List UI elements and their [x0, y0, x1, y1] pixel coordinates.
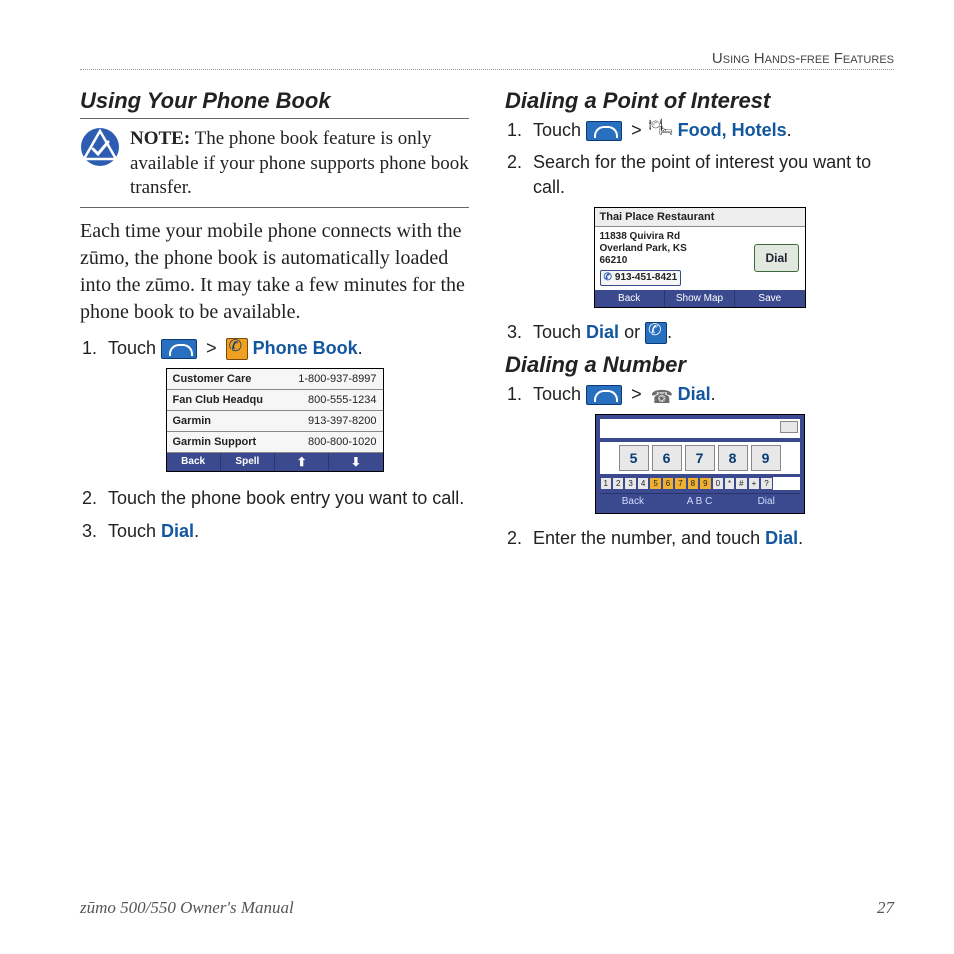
poi-save-button: Save [735, 290, 804, 307]
poi-step-2: Search for the point of interest you wan… [527, 150, 894, 199]
dial-link: Dial [765, 528, 798, 548]
backspace-icon [780, 421, 798, 433]
dial-link: Dial [586, 322, 619, 342]
phone-book-link: Phone Book [253, 338, 358, 358]
page-number: 27 [877, 898, 894, 918]
table-row: Garmin Support800-800-1020 [167, 432, 383, 453]
up-arrow-icon: ⬆ [275, 453, 329, 471]
num-step-2: Enter the number, and touch Dial. [527, 526, 894, 550]
keypad-key: 5 [619, 445, 649, 471]
dial-link: Dial [161, 521, 194, 541]
kp-dial-button: Dial [733, 493, 800, 509]
phone-small-icon: ✆ [604, 272, 612, 284]
note-label: NOTE: [130, 128, 190, 149]
pb-step-3: Touch Dial. [102, 519, 469, 543]
table-row: Customer Care1-800-937-8997 [167, 369, 383, 390]
pb-spell-button: Spell [221, 453, 275, 471]
screenshot-phonebook: Customer Care1-800-937-8997 Fan Club Hea… [166, 368, 384, 472]
pb-back-button: Back [167, 453, 221, 471]
phonebook-icon [226, 338, 248, 360]
keypad-key: 9 [751, 445, 781, 471]
food-hotels-link: Food, Hotels [678, 120, 787, 140]
table-row: Fan Club Headqu800-555-1234 [167, 390, 383, 411]
phone-icon [161, 339, 197, 359]
poi-step-3: Touch Dial or . [527, 320, 894, 344]
pb-step-1: Touch > Phone Book. [102, 336, 469, 360]
poi-step-1: Touch > Food, Hotels. [527, 118, 894, 142]
phone-icon [586, 385, 622, 405]
note-block: NOTE: The phone book feature is only ava… [80, 127, 469, 208]
dial-link: Dial [678, 384, 711, 404]
poi-title: Thai Place Restaurant [595, 208, 805, 227]
heading-poi: Dialing a Point of Interest [505, 88, 894, 114]
phone-icon [586, 121, 622, 141]
kp-abc-button: A B C [666, 493, 733, 509]
keypad-key: 8 [718, 445, 748, 471]
screenshot-keypad: 5 6 7 8 9 1234 56789 0*#+? Back A B C Di… [595, 414, 805, 514]
pb-step-2: Touch the phone book entry you want to c… [102, 486, 469, 510]
dialpad-icon [651, 385, 673, 405]
num-step-1: Touch > Dial. [527, 382, 894, 406]
poi-addr-line: 66210 [600, 255, 744, 267]
heading-phone-book: Using Your Phone Book [80, 88, 469, 114]
phone-book-para: Each time your mobile phone connects wit… [80, 218, 469, 326]
running-head: Using Hands-free Features [80, 50, 894, 70]
down-arrow-icon: ⬇ [329, 453, 382, 471]
food-hotels-icon [651, 121, 673, 141]
keypad-key: 7 [685, 445, 715, 471]
right-column: Dialing a Point of Interest Touch > Food… [505, 84, 894, 559]
screenshot-poi: Thai Place Restaurant 11838 Quivira Rd O… [594, 207, 806, 308]
dial-handset-icon [645, 322, 667, 344]
keypad-key: 6 [652, 445, 682, 471]
poi-showmap-button: Show Map [665, 290, 735, 307]
note-icon [80, 127, 120, 167]
keypad-strip: 1234 56789 0*#+? [600, 477, 800, 490]
poi-addr-line: Overland Park, KS [600, 243, 744, 255]
left-column: Using Your Phone Book NOTE: The phone bo… [80, 84, 469, 559]
poi-addr-line: 11838 Quivira Rd [600, 231, 744, 243]
kp-back-button: Back [600, 493, 667, 509]
poi-phone-box: ✆ 913-451-8421 [600, 270, 682, 286]
heading-dial-number: Dialing a Number [505, 352, 894, 378]
footer-title: zūmo 500/550 Owner's Manual [80, 898, 294, 918]
poi-back-button: Back [595, 290, 665, 307]
poi-dial-button: Dial [754, 244, 798, 272]
table-row: Garmin913-397-8200 [167, 411, 383, 432]
